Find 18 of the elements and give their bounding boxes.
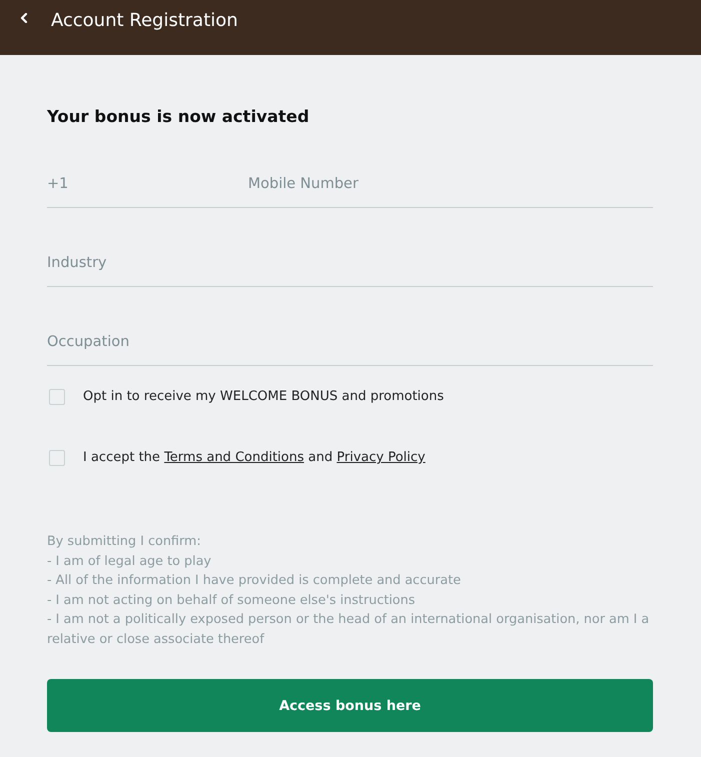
- back-chevron-icon[interactable]: [20, 13, 28, 23]
- disclaimer-line: - I am not a politically exposed person or the head of an international organisation, nor am I a relative or close associate thereof: [47, 611, 650, 648]
- disclaimer-line: - All of the information I have provided is complete and accurate: [47, 572, 462, 590]
- disclaimer-intro: By submitting I confirm:: [47, 533, 202, 551]
- text-input-field[interactable]: Industry: [47, 239, 653, 287]
- policy-link[interactable]: Privacy Policy: [336, 450, 426, 465]
- disclaimer-line: - I am not acting on behalf of someone else's instructions: [47, 592, 416, 610]
- checkbox-label: Opt in to receive my WELCOME BONUS and promotions: [83, 388, 444, 406]
- policy-link[interactable]: Terms and Conditions: [164, 450, 304, 465]
- mobile-number-field[interactable]: Mobile Number: [248, 160, 653, 208]
- page-title: Account Registration: [51, 9, 238, 33]
- checkbox-label: I accept the Terms and Conditions and Privacy Policy: [83, 449, 426, 467]
- access-bonus-button[interactable]: Access bonus here: [47, 679, 653, 732]
- bonus-heading: Your bonus is now activated: [47, 106, 310, 128]
- disclaimer-line: - I am of legal age to play: [47, 552, 212, 570]
- checkbox[interactable]: [49, 450, 65, 466]
- checkbox[interactable]: [49, 389, 65, 405]
- text-input-field[interactable]: Occupation: [47, 318, 653, 366]
